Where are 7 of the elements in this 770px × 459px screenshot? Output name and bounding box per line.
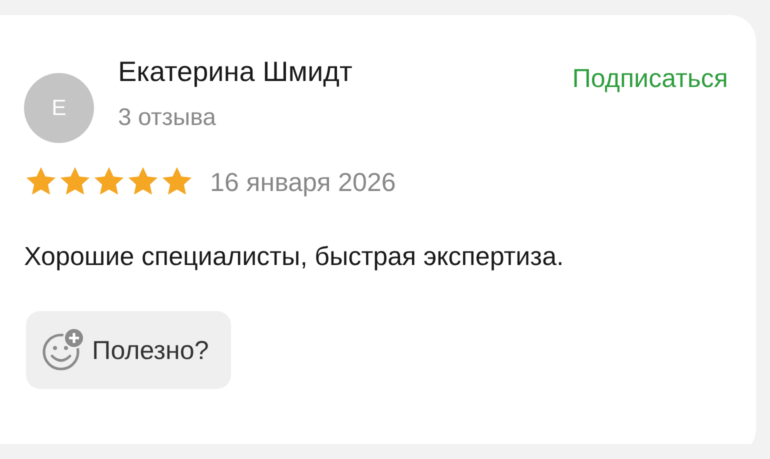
smiley-plus-icon bbox=[40, 327, 86, 373]
helpful-button[interactable]: Полезно? bbox=[26, 311, 231, 389]
review-text: Хорошие специалисты, быстрая экспертиза. bbox=[24, 240, 565, 273]
review-date: 16 января 2026 bbox=[210, 166, 396, 198]
review-count: 3 отзыва bbox=[118, 103, 217, 133]
avatar: Е bbox=[24, 73, 94, 143]
author-name: Екатерина Шмидт bbox=[118, 55, 354, 89]
